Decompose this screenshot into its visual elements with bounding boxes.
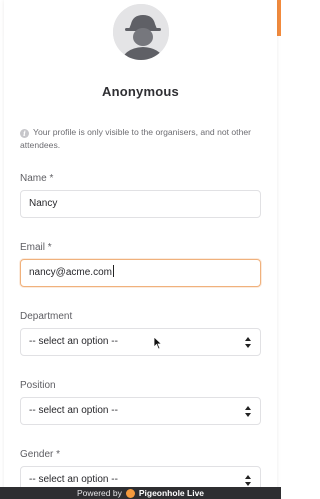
- position-value: -- select an option --: [29, 405, 118, 416]
- name-value: Nancy: [29, 198, 58, 209]
- profile-page: Anonymous i Your profile is only visible …: [0, 0, 281, 499]
- text-caret: [112, 265, 114, 277]
- email-field[interactable]: nancy@acme.com: [20, 259, 261, 287]
- profile-visibility-info: i Your profile is only visible to the org…: [20, 126, 264, 151]
- name-field[interactable]: Nancy: [20, 190, 261, 218]
- info-text: Your profile is only visible to the orga…: [20, 127, 251, 150]
- position-label: Position: [20, 380, 56, 391]
- footer-brand: Pigeonhole Live: [138, 488, 205, 498]
- department-select[interactable]: -- select an option --: [20, 328, 261, 356]
- email-label: Email *: [20, 242, 52, 253]
- mouse-pointer-icon: [153, 336, 163, 350]
- footer-prefix: Powered by: [76, 488, 122, 498]
- department-value: -- select an option --: [29, 336, 118, 347]
- department-label: Department: [20, 311, 73, 322]
- pigeonhole-logo-icon: [125, 488, 135, 498]
- sort-arrows-icon: [245, 337, 251, 348]
- name-label: Name *: [20, 173, 54, 184]
- position-select[interactable]: -- select an option --: [20, 397, 261, 425]
- avatar: [111, 2, 171, 62]
- email-value: nancy@acme.com: [29, 267, 112, 278]
- sort-arrows-icon: [245, 475, 251, 486]
- gender-label: Gender *: [20, 449, 61, 460]
- gender-value: -- select an option --: [29, 474, 118, 485]
- profile-name: Anonymous: [102, 84, 179, 99]
- sort-arrows-icon: [245, 406, 251, 417]
- info-icon: i: [20, 129, 29, 138]
- powered-by-footer[interactable]: Powered by Pigeonhole Live: [0, 487, 281, 499]
